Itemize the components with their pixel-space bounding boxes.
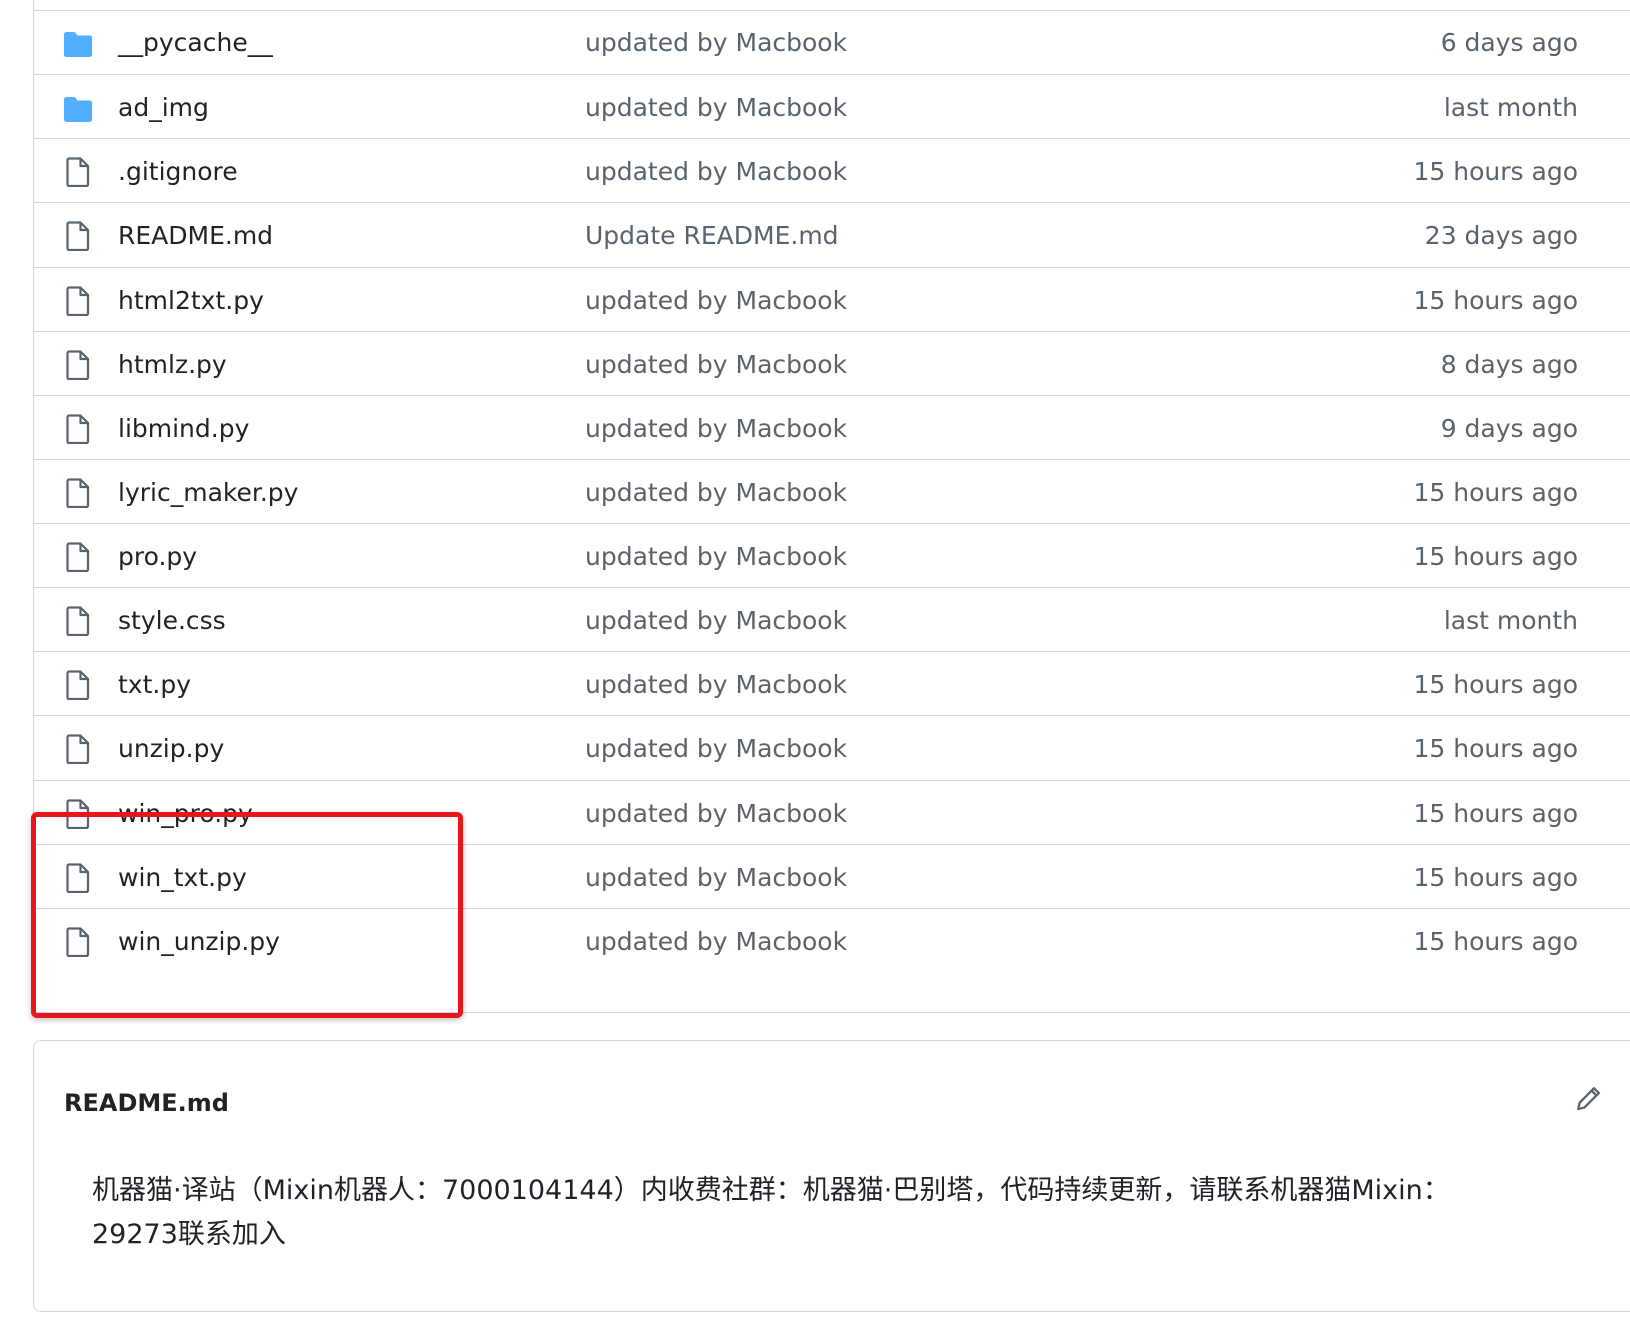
file-name-link[interactable]: htmlz.py (118, 332, 227, 398)
commit-message-link[interactable]: updated by Macbook (585, 845, 847, 911)
file-row[interactable]: .gitignore updated by Macbook 15 hours ago (34, 138, 1630, 204)
file-name-link[interactable]: libmind.py (118, 396, 249, 462)
commit-age: 15 hours ago (1413, 670, 1578, 700)
commit-age: 23 days ago (1424, 221, 1578, 251)
commit-message-link[interactable]: updated by Macbook (585, 268, 847, 334)
file-row[interactable]: htmlz.py updated by Macbook 8 days ago (34, 330, 1630, 398)
commit-message-link[interactable]: updated by Macbook (585, 396, 847, 462)
commit-age: 6 days ago (1440, 28, 1578, 57)
folder-icon (62, 95, 94, 125)
file-row[interactable]: unzip.py updated by Macbook 15 hours ago (34, 715, 1630, 781)
file-icon (62, 157, 94, 188)
commit-message-link[interactable]: updated by Macbook (585, 10, 847, 76)
file-row[interactable]: txt.py updated by Macbook 15 hours ago (34, 651, 1630, 717)
file-icon (62, 542, 94, 573)
edit-readme-button[interactable] (1562, 1075, 1614, 1127)
file-row[interactable]: pro.py updated by Macbook 15 hours ago (34, 523, 1630, 589)
file-icon (62, 478, 94, 508)
commit-message-link[interactable]: updated by Macbook (585, 139, 847, 205)
commit-message-link[interactable]: updated by Macbook (585, 716, 847, 782)
commit-age: 8 days ago (1440, 349, 1578, 379)
readme-panel: README.md 机器猫·译站（Mixin机器人：7000104144）内收费… (33, 1040, 1630, 1312)
file-icon (62, 863, 94, 893)
file-name-link[interactable]: win_unzip.py (118, 909, 280, 975)
file-name-link[interactable]: .gitignore (118, 139, 238, 205)
file-name-link[interactable]: win_pro.py (118, 781, 253, 847)
file-icon (62, 798, 94, 829)
file-icon (62, 221, 94, 252)
commit-age: 15 hours ago (1413, 734, 1578, 764)
file-row[interactable]: win_pro.py updated by Macbook 15 hours ago (34, 779, 1630, 847)
readme-title: README.md (64, 1089, 229, 1117)
commit-message-link[interactable]: updated by Macbook (585, 460, 847, 526)
file-name-link[interactable]: ad_img (118, 75, 209, 141)
file-name-link[interactable]: __pycache__ (118, 10, 273, 76)
pencil-icon (1574, 1085, 1602, 1117)
file-name-link[interactable]: lyric_maker.py (118, 460, 298, 526)
readme-content: 机器猫·译站（Mixin机器人：7000104144）内收费社群：机器猫·巴别塔… (92, 1175, 1450, 1250)
commit-message-link[interactable]: updated by Macbook (585, 332, 847, 398)
commit-message-link[interactable]: updated by Macbook (585, 909, 847, 975)
file-row[interactable]: __pycache__ updated by Macbook 6 days ago (34, 10, 1630, 76)
file-name-link[interactable]: pro.py (118, 524, 197, 590)
file-row[interactable]: html2txt.py updated by Macbook 15 hours ag… (34, 266, 1630, 334)
file-list-table: __pycache__ updated by Macbook 6 days ago a… (33, 0, 1630, 1013)
file-icon (62, 734, 94, 765)
file-name-link[interactable]: html2txt.py (118, 268, 264, 334)
commit-message-link[interactable]: updated by Macbook (585, 588, 847, 654)
commit-message-link[interactable]: Update README.md (585, 203, 839, 269)
file-row[interactable]: win_unzip.py updated by Macbook 15 hours a… (34, 907, 1630, 975)
file-icon (62, 350, 94, 380)
commit-age: 9 days ago (1440, 413, 1578, 443)
file-icon (62, 414, 94, 444)
commit-age: 15 hours ago (1413, 157, 1578, 187)
commit-message-link[interactable]: updated by Macbook (585, 75, 847, 141)
file-icon (62, 670, 94, 701)
file-name-link[interactable]: txt.py (118, 652, 191, 718)
file-name-link[interactable]: README.md (118, 203, 273, 269)
file-row[interactable]: style.css updated by Macbook last month (34, 587, 1630, 653)
file-row[interactable]: README.md Update README.md 23 days ago (34, 202, 1630, 268)
file-icon (62, 285, 94, 316)
file-row[interactable]: win_txt.py updated by Macbook 15 hours ago (34, 843, 1630, 911)
commit-message-link[interactable]: updated by Macbook (585, 524, 847, 590)
file-name-link[interactable]: style.css (118, 588, 226, 654)
file-row[interactable]: lyric_maker.py updated by Macbook 15 hours… (34, 458, 1630, 526)
commit-message-link[interactable]: updated by Macbook (585, 781, 847, 847)
commit-age: 15 hours ago (1413, 285, 1578, 315)
file-name-link[interactable]: win_txt.py (118, 845, 247, 911)
file-icon (62, 927, 94, 957)
folder-icon (62, 30, 94, 60)
commit-message-link[interactable]: updated by Macbook (585, 652, 847, 718)
commit-age: 15 hours ago (1413, 798, 1578, 828)
commit-age: last month (1443, 93, 1578, 123)
commit-age: 15 hours ago (1413, 926, 1578, 956)
file-row[interactable]: libmind.py updated by Macbook 9 days ago (34, 394, 1630, 462)
file-row[interactable]: ad_img updated by Macbook last month (34, 74, 1630, 140)
commit-age: 15 hours ago (1413, 542, 1578, 572)
file-name-link[interactable]: unzip.py (118, 716, 224, 782)
file-icon (62, 606, 94, 637)
commit-age: 15 hours ago (1413, 477, 1578, 507)
commit-age: 15 hours ago (1413, 862, 1578, 892)
commit-age: last month (1443, 606, 1578, 636)
